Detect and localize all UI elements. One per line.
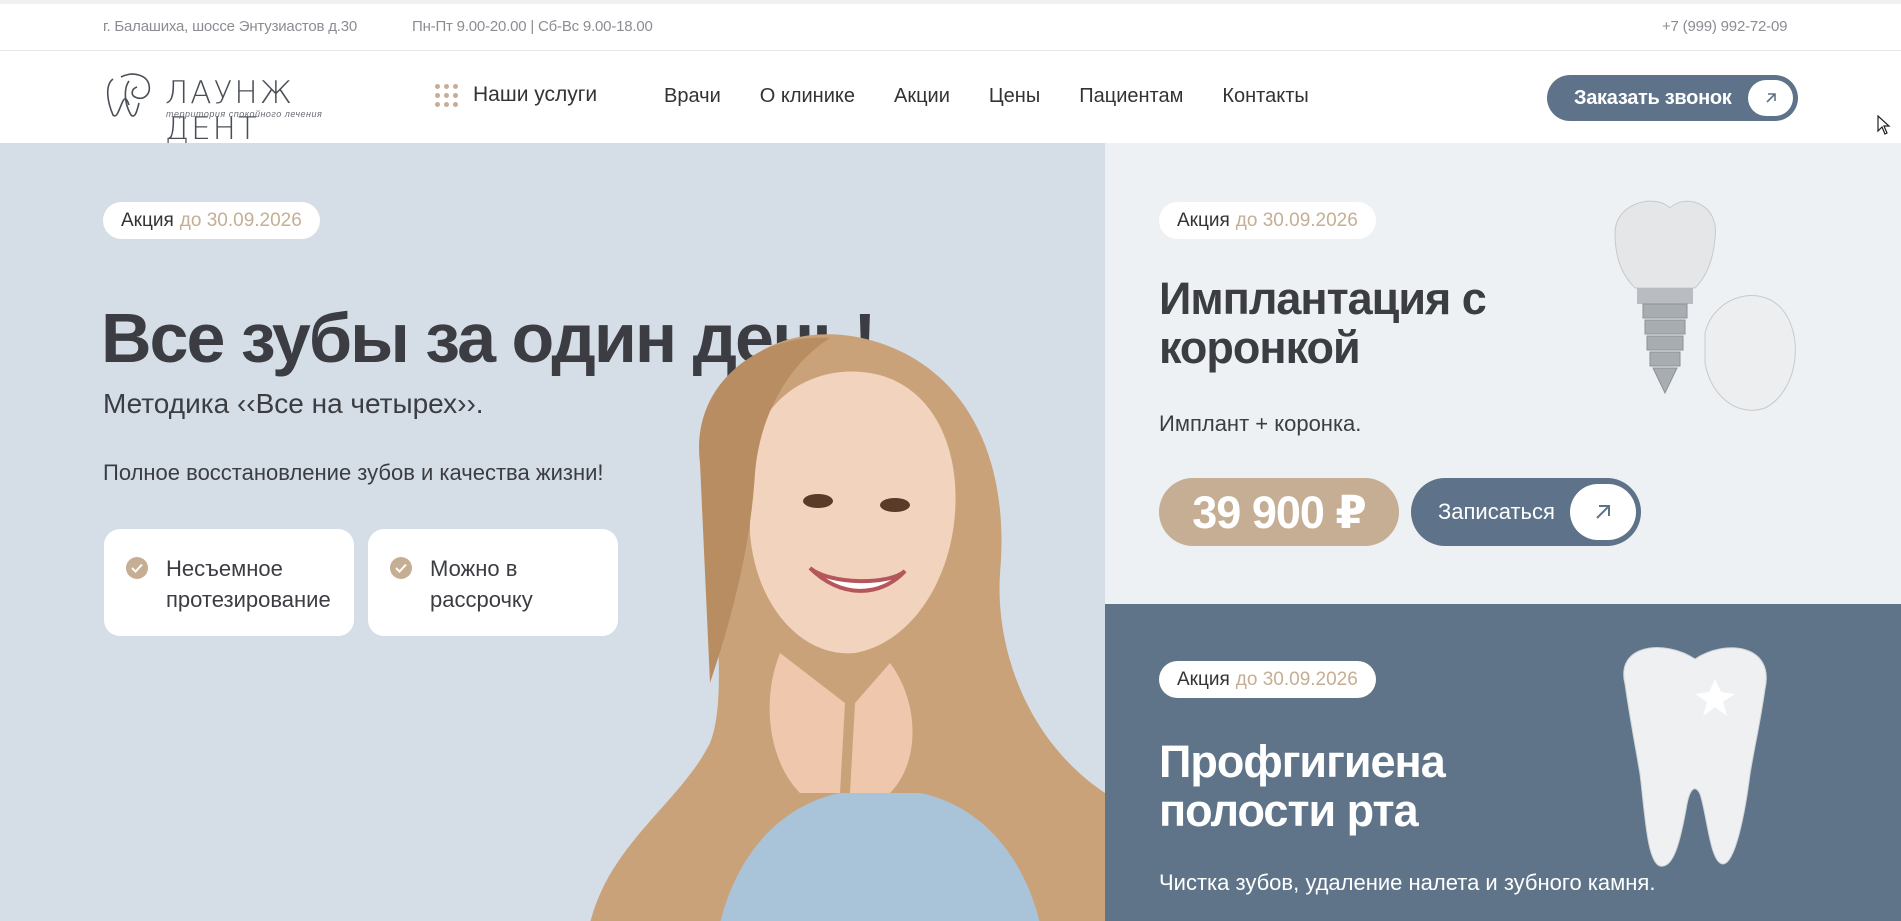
promo-badge: Акция до 30.09.2026 bbox=[103, 202, 320, 239]
logo-tooth-icon bbox=[106, 73, 151, 117]
nav-item-about[interactable]: О клинике bbox=[760, 85, 855, 108]
feature-text: Несъемное протезирование bbox=[166, 556, 331, 612]
feature-card: Несъемное протезирование bbox=[104, 529, 354, 636]
promo-title-line: Имплантация с bbox=[1159, 273, 1487, 324]
nav-item-patients[interactable]: Пациентам bbox=[1079, 85, 1183, 108]
services-menu-button[interactable]: Наши услуги bbox=[435, 83, 597, 107]
arrow-up-right-icon bbox=[1748, 80, 1793, 116]
badge-label: Акция bbox=[1177, 209, 1230, 231]
phone-link[interactable]: +7 (999) 992-72-09 bbox=[1662, 18, 1787, 35]
signup-label: Записаться bbox=[1438, 499, 1555, 524]
price-tag: 39 900 ₽ bbox=[1159, 478, 1399, 546]
hero-description: Полное восстановление зубов и качества ж… bbox=[103, 460, 604, 485]
services-label: Наши услуги bbox=[473, 83, 598, 106]
badge-date: до 30.09.2026 bbox=[1235, 668, 1358, 690]
callback-label: Заказать звонок bbox=[1574, 86, 1732, 109]
logo-tagline: территория спокойного лечения bbox=[166, 109, 323, 119]
badge-date: до 30.09.2026 bbox=[1235, 209, 1358, 231]
check-circle-icon bbox=[126, 557, 148, 579]
promo-title-line: полости рта bbox=[1159, 785, 1419, 836]
grid-dots-icon bbox=[435, 83, 458, 107]
promo-card-implant[interactable]: Акция до 30.09.2026 Имплантация с коронк… bbox=[1105, 143, 1901, 604]
promo-description: Чистка зубов, удаление налета и зубного … bbox=[1159, 870, 1656, 895]
logo[interactable]: ЛАУНЖ ДЕНТ территория спокойного лечения bbox=[103, 71, 383, 147]
main-nav: Врачи О клинике Акции Цены Пациентам Кон… bbox=[664, 85, 1348, 108]
callback-button[interactable]: Заказать звонок bbox=[1547, 75, 1798, 121]
badge-label: Акция bbox=[1177, 668, 1230, 690]
clinic-address: г. Балашиха, шоссе Энтузиастов д.30 bbox=[103, 18, 358, 35]
promo-card-hygiene[interactable]: Акция до 30.09.2026 Профгигиена полости … bbox=[1105, 604, 1901, 921]
feature-card: Можно в рассрочку bbox=[368, 529, 618, 636]
promo-badge: Акция до 30.09.2026 bbox=[1159, 661, 1376, 698]
promo-title: Профгигиена полости рта bbox=[1159, 736, 1446, 836]
mouse-cursor-icon bbox=[1877, 115, 1891, 135]
promo-badge: Акция до 30.09.2026 bbox=[1159, 202, 1376, 239]
promo-title-line: коронкой bbox=[1159, 322, 1361, 373]
working-hours: Пн-Пт 9.00-20.00 | Сб-Вс 9.00-18.00 bbox=[412, 18, 653, 35]
promo-title: Имплантация с коронкой bbox=[1159, 273, 1487, 373]
nav-item-prices[interactable]: Цены bbox=[989, 85, 1040, 108]
promo-title-line: Профгигиена bbox=[1159, 736, 1446, 787]
tooth-image bbox=[1623, 647, 1767, 867]
hero-subtitle: Методика ‹‹Все на четырех››. bbox=[103, 388, 484, 419]
promo-description: Имплант + коронка. bbox=[1159, 411, 1362, 436]
nav-item-promotions[interactable]: Акции bbox=[894, 85, 950, 108]
smiling-woman-photo bbox=[590, 334, 1105, 921]
site-header: ЛАУНЖ ДЕНТ территория спокойного лечения… bbox=[0, 51, 1901, 147]
check-circle-icon bbox=[390, 557, 412, 579]
badge-label: Акция bbox=[121, 209, 174, 231]
hero-banner: Акция до 30.09.2026 Все зубы за один ден… bbox=[0, 143, 1105, 921]
nav-item-contacts[interactable]: Контакты bbox=[1222, 85, 1308, 108]
badge-date: до 30.09.2026 bbox=[179, 209, 302, 231]
feature-text: Можно в рассрочку bbox=[430, 556, 533, 612]
arrow-up-right-icon bbox=[1570, 484, 1636, 540]
top-info-bar: г. Балашиха, шоссе Энтузиастов д.30 Пн-П… bbox=[0, 0, 1901, 51]
nav-item-doctors[interactable]: Врачи bbox=[664, 85, 721, 108]
dental-implant-image bbox=[1614, 200, 1796, 411]
signup-button[interactable]: Записаться bbox=[1411, 478, 1641, 546]
